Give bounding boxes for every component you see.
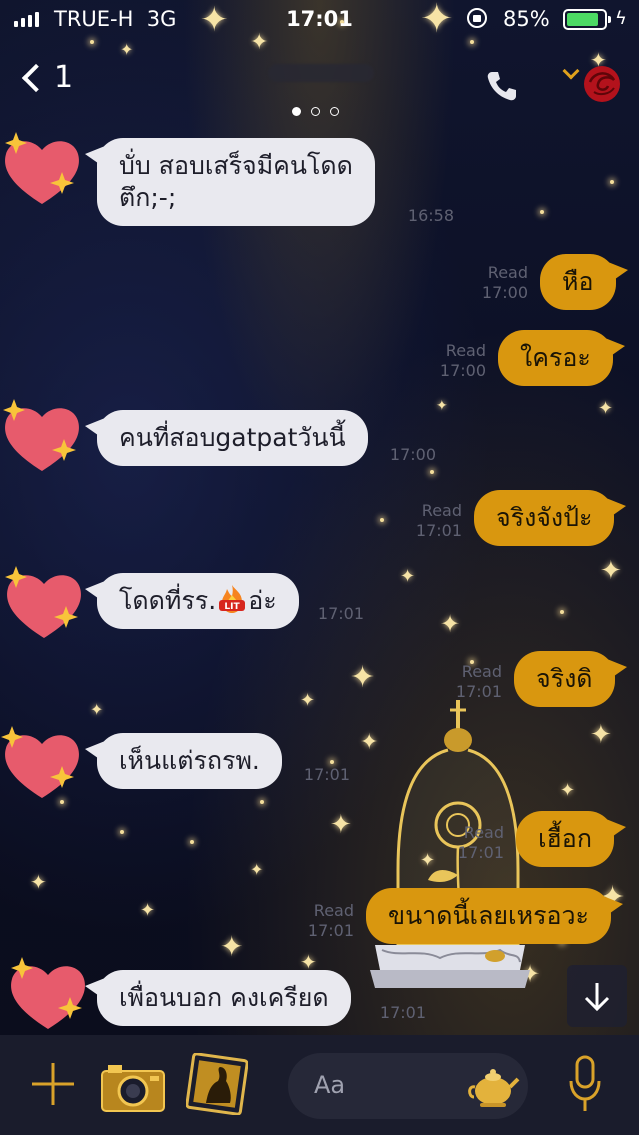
incoming-message-bubble[interactable]: เห็นแต่รถรพ. [85,733,282,789]
read-status: Read [445,341,486,360]
page-indicator [292,107,339,116]
message-time: 17:01 [307,921,354,940]
message-text: หือ [562,267,594,296]
message-text: จริงจังป้ะ [496,503,593,532]
chat-title-redacted [268,64,374,82]
message-time: 17:00 [389,445,436,464]
chevron-down-icon[interactable] [562,62,580,80]
message-time: 16:58 [407,206,454,225]
plus-icon[interactable] [30,1061,76,1107]
incoming-message-bubble[interactable]: คนที่สอบgatpatวันนี้ [85,410,368,466]
message-time: 17:00 [481,283,528,302]
page-dot [292,107,301,116]
read-status: Read [313,901,354,920]
message-time: 17:00 [439,361,486,380]
message-time: 17:01 [379,1003,426,1022]
read-status: Read [463,823,504,842]
message-receipt: Read 17:00 [398,341,486,381]
message-text: จริงดิ [536,664,593,693]
charging-icon: ϟ [615,8,627,29]
message-text-line: ตึก;-; [119,183,177,212]
heart-avatar-icon[interactable] [0,395,84,479]
incoming-message-bubble[interactable]: บั่บ สอบเสร็จมีคนโดด ตึก;-; [85,138,375,226]
incoming-message-bubble[interactable]: เพื่อนบอก คงเครียด [85,970,351,1026]
lock-rotation-icon [467,8,487,28]
page-dot [311,107,320,116]
phone-icon[interactable] [484,68,520,104]
message-text-after: อ่ะ [248,586,277,615]
status-bar: TRUE-H 3G 17:01 85% ϟ [0,0,639,40]
outgoing-message-bubble[interactable]: หือ [540,254,627,310]
message-time: 17:01 [317,604,364,623]
message-receipt: Read 17:01 [266,901,354,941]
message-time: 17:01 [303,765,350,784]
message-text: เพื่อนบอก คงเครียด [119,983,329,1012]
message-text: เฮื้อก [538,824,592,853]
page-dot [330,107,339,116]
message-receipt: Read 17:01 [416,823,504,863]
unread-count: 1 [54,60,74,95]
gallery-icon[interactable] [186,1053,248,1115]
message-receipt: Read 17:01 [414,662,502,702]
heart-avatar-icon[interactable] [2,562,86,646]
message-time: 17:01 [457,843,504,862]
battery-icon [563,9,611,30]
message-text: เห็นแต่รถรพ. [119,746,260,775]
microphone-icon[interactable] [568,1055,602,1115]
message-text-line: บั่บ สอบเสร็จมีคนโดด [119,151,353,180]
message-text: คนที่สอบgatpatวันนี้ [119,423,346,452]
sticker-teapot-icon[interactable] [466,1065,520,1109]
message-text-before: โดดที่รร. [119,586,217,615]
message-time: 17:01 [455,682,502,701]
message-receipt: Read 17:00 [440,263,528,303]
incoming-message-bubble[interactable]: โดดที่รร. LIT อ่ะ [85,573,299,629]
rose-icon[interactable] [580,62,624,106]
lit-emoji-label: LIT [225,602,241,612]
message-text: ขนาดนี้เลยเหรอวะ [388,901,589,930]
message-input-placeholder: Aa [314,1071,346,1099]
read-status: Read [421,501,462,520]
outgoing-message-bubble[interactable]: ขนาดนี้เลยเหรอวะ [366,888,623,944]
read-status: Read [461,662,502,681]
chat-header: 1 [0,50,639,120]
camera-icon[interactable] [100,1061,166,1113]
heart-avatar-icon[interactable] [6,953,90,1037]
outgoing-message-bubble[interactable]: ใครอะ [498,330,625,386]
back-icon [21,63,51,92]
back-button[interactable]: 1 [18,60,73,95]
message-input-bar: Aa [0,1035,639,1135]
battery-percent: 85% [503,7,550,31]
arrow-down-icon [584,983,610,1012]
message-text: ใครอะ [520,343,591,372]
message-receipt: Read 17:01 [374,501,462,541]
scroll-to-bottom-button[interactable] [567,965,627,1027]
heart-avatar-icon[interactable] [0,128,84,212]
outgoing-message-bubble[interactable]: จริงจังป้ะ [474,490,627,546]
fire-lit-emoji-icon: LIT [219,585,246,613]
outgoing-message-bubble[interactable]: เฮื้อก [516,811,626,867]
outgoing-message-bubble[interactable]: จริงดิ [514,651,627,707]
read-status: Read [487,263,528,282]
message-time: 17:01 [415,521,462,540]
heart-avatar-icon[interactable] [0,722,84,806]
